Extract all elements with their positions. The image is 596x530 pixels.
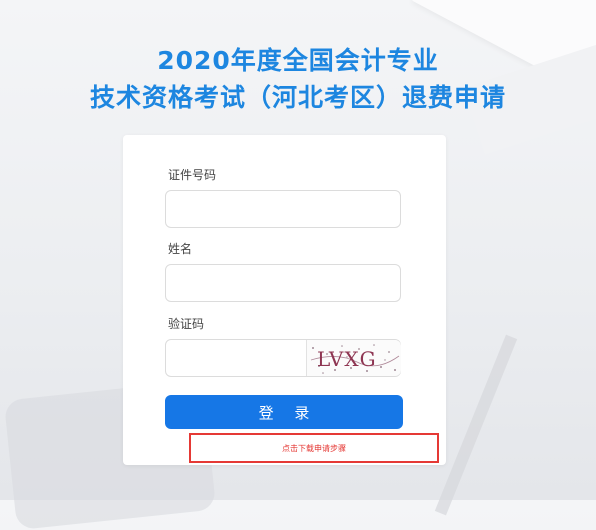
- captcha-label: 验证码: [168, 317, 205, 331]
- login-button[interactable]: 登 录: [165, 395, 403, 429]
- page-title-line2: 技术资格考试（河北考区）退费申请: [89, 83, 506, 112]
- captcha-text: LVXG: [317, 347, 377, 371]
- captcha-graphic: LVXG: [310, 344, 400, 374]
- page-title-line1: 2020年度全国会计专业: [157, 46, 439, 75]
- download-steps-link[interactable]: 点击下载申请步骤: [189, 433, 439, 463]
- name-input[interactable]: [165, 264, 401, 302]
- id-number-input[interactable]: [165, 190, 401, 228]
- name-label: 姓名: [168, 242, 193, 256]
- captcha-image[interactable]: LVXG: [306, 340, 401, 376]
- id-number-label: 证件号码: [168, 168, 217, 182]
- background-pen: [434, 334, 518, 516]
